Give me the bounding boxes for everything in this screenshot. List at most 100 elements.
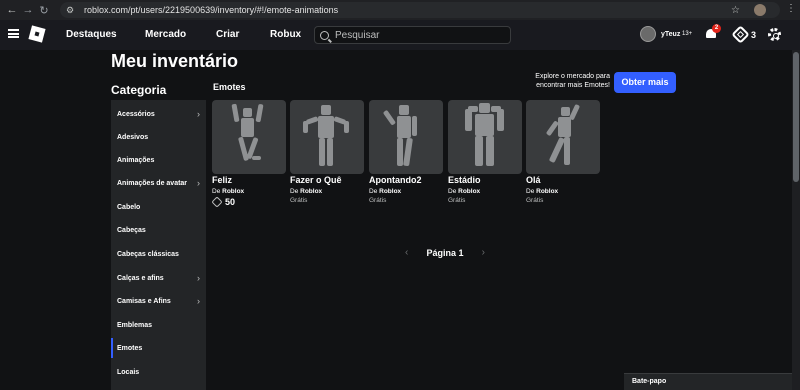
roblox-logo-icon[interactable] bbox=[28, 25, 46, 43]
sidebar-item-label: Cabeças clássicas bbox=[117, 250, 179, 258]
nav-criar[interactable]: Criar bbox=[216, 29, 239, 40]
chat-panel[interactable]: Bate-papo bbox=[624, 373, 792, 390]
chevron-right-icon: › bbox=[197, 178, 200, 188]
emote-creator: De Roblox bbox=[526, 188, 600, 195]
sidebar-item-label: Animações de avatar bbox=[117, 179, 188, 187]
emote-thumbnail[interactable] bbox=[290, 100, 364, 174]
creator-prefix: De bbox=[448, 188, 457, 195]
get-more-button[interactable]: Obter mais bbox=[614, 72, 676, 93]
creator-prefix: De bbox=[290, 188, 299, 195]
reload-icon[interactable]: ↻ bbox=[36, 2, 52, 18]
sidebar-item-animacoes[interactable]: Animações bbox=[111, 148, 206, 172]
emote-thumbnail[interactable] bbox=[212, 100, 286, 174]
nav-destaques[interactable]: Destaques bbox=[66, 29, 117, 40]
chevron-right-icon: › bbox=[197, 273, 200, 283]
emote-creator: De Roblox bbox=[369, 188, 443, 195]
sidebar-item-label: Locais bbox=[117, 368, 140, 376]
profile-avatar-icon[interactable] bbox=[754, 4, 766, 16]
sidebar-item-cabelo[interactable]: Cabelo bbox=[111, 195, 206, 219]
avatar-silhouette-icon bbox=[231, 103, 264, 161]
notification-count-badge: 2 bbox=[712, 24, 721, 33]
sidebar-item-emblemas[interactable]: Emblemas bbox=[111, 313, 206, 337]
forward-icon[interactable]: → bbox=[20, 2, 36, 18]
sidebar-item-cabecas[interactable]: Cabeças bbox=[111, 218, 206, 242]
category-sidebar: Acessórios › Adesivos Animações Animaçõe… bbox=[111, 100, 206, 390]
settings-gear-icon[interactable] bbox=[768, 28, 781, 41]
creator-link[interactable]: Roblox bbox=[222, 188, 244, 195]
sidebar-item-acessorios[interactable]: Acessórios › bbox=[111, 102, 206, 126]
robux-balance[interactable]: 3 bbox=[751, 30, 756, 40]
bookmark-star-icon[interactable]: ☆ bbox=[731, 5, 740, 16]
emote-name[interactable]: Olá bbox=[526, 175, 600, 185]
avatar-silhouette-icon bbox=[546, 104, 580, 165]
emote-price: 50 bbox=[211, 196, 286, 208]
avatar[interactable] bbox=[640, 26, 656, 42]
promo-text: Explore o mercado para encontrar mais Em… bbox=[535, 73, 610, 89]
sidebar-item-cabecas-classicas[interactable]: Cabeças clássicas bbox=[111, 242, 206, 266]
chevron-right-icon: › bbox=[197, 109, 200, 119]
emote-price: Grátis bbox=[369, 197, 387, 204]
emote-card[interactable]: Apontando2 De Roblox Grátis bbox=[369, 100, 443, 204]
emote-name[interactable]: Fazer o Quê bbox=[290, 175, 364, 185]
sidebar-item-camisas[interactable]: Camisas e Afins › bbox=[111, 289, 206, 313]
emote-name[interactable]: Estádio bbox=[448, 175, 522, 185]
creator-link[interactable]: Roblox bbox=[458, 188, 480, 195]
creator-link[interactable]: Roblox bbox=[536, 188, 558, 195]
sidebar-item-label: Cabeças bbox=[117, 226, 146, 234]
notifications-button[interactable]: 2 bbox=[705, 24, 721, 40]
sidebar-item-label: Adesivos bbox=[117, 133, 149, 141]
nav-robux[interactable]: Robux bbox=[270, 29, 301, 40]
sidebar-item-animacoes-de-avatar[interactable]: Animações de avatar › bbox=[111, 171, 206, 195]
sidebar-item-locais[interactable]: Locais bbox=[111, 360, 206, 384]
site-info-icon[interactable]: ⚙ bbox=[66, 5, 78, 16]
robux-icon[interactable] bbox=[731, 25, 750, 44]
page-title: Meu inventário bbox=[111, 51, 239, 71]
sidebar-item-calcas[interactable]: Calças e afins › bbox=[111, 266, 206, 290]
emote-name[interactable]: Feliz bbox=[212, 175, 286, 185]
username[interactable]: yTeuz bbox=[661, 31, 680, 38]
creator-link[interactable]: Roblox bbox=[379, 188, 401, 195]
emote-card[interactable]: Fazer o Quê De Roblox Grátis bbox=[290, 100, 364, 204]
avatar-silhouette-icon bbox=[383, 105, 417, 167]
sidebar-item-label: Camisas e Afins bbox=[117, 297, 171, 305]
emote-thumbnail[interactable] bbox=[526, 100, 600, 174]
emote-price: Grátis bbox=[290, 197, 308, 204]
sidebar-item-adesivos[interactable]: Adesivos bbox=[111, 125, 206, 149]
search-icon bbox=[320, 30, 329, 40]
emote-price: Grátis bbox=[448, 197, 466, 204]
sidebar-item-emotes[interactable]: Emotes bbox=[111, 336, 206, 360]
scrollbar-thumb[interactable] bbox=[793, 52, 799, 182]
address-bar[interactable]: ⚙ roblox.com/pt/users/2219500639/invento… bbox=[60, 2, 780, 18]
emote-card[interactable]: Olá De Roblox Grátis bbox=[526, 100, 600, 204]
emote-thumbnail[interactable] bbox=[448, 100, 522, 174]
chevron-right-icon[interactable]: › bbox=[482, 247, 485, 258]
hamburger-menu-icon[interactable] bbox=[8, 29, 19, 38]
section-title: Emotes bbox=[213, 82, 246, 92]
emote-thumbnail[interactable] bbox=[369, 100, 443, 174]
emote-creator: De Roblox bbox=[212, 188, 286, 195]
nav-mercado[interactable]: Mercado bbox=[145, 29, 186, 40]
search-placeholder: Pesquisar bbox=[335, 29, 380, 41]
emote-card[interactable]: Feliz De Roblox 50 bbox=[211, 100, 286, 208]
more-menu-icon[interactable]: ⋮ bbox=[786, 3, 796, 14]
page-scrollbar[interactable] bbox=[792, 50, 800, 390]
avatar-silhouette-icon bbox=[465, 103, 504, 166]
back-icon[interactable]: ← bbox=[4, 2, 20, 18]
age-badge: 13+ bbox=[682, 31, 693, 37]
creator-link[interactable]: Roblox bbox=[300, 188, 322, 195]
emote-card[interactable]: Estádio De Roblox Grátis bbox=[448, 100, 522, 204]
avatar-silhouette-icon bbox=[303, 105, 349, 166]
emote-creator: De Roblox bbox=[290, 188, 364, 195]
site-header: Destaques Mercado Criar Robux Pesquisar … bbox=[0, 20, 800, 50]
page-indicator: Página 1 bbox=[426, 247, 464, 258]
search-input[interactable]: Pesquisar bbox=[314, 26, 511, 44]
url-text: roblox.com/pt/users/2219500639/inventory… bbox=[84, 5, 339, 15]
sidebar-item-label: Emotes bbox=[117, 344, 143, 352]
emote-name[interactable]: Apontando2 bbox=[369, 175, 443, 185]
sidebar-item-label: Cabelo bbox=[117, 203, 141, 211]
chevron-left-icon[interactable]: ‹ bbox=[405, 247, 408, 258]
creator-prefix: De bbox=[212, 188, 221, 195]
creator-prefix: De bbox=[526, 188, 535, 195]
sidebar-item-label: Animações bbox=[117, 156, 155, 164]
creator-prefix: De bbox=[369, 188, 378, 195]
